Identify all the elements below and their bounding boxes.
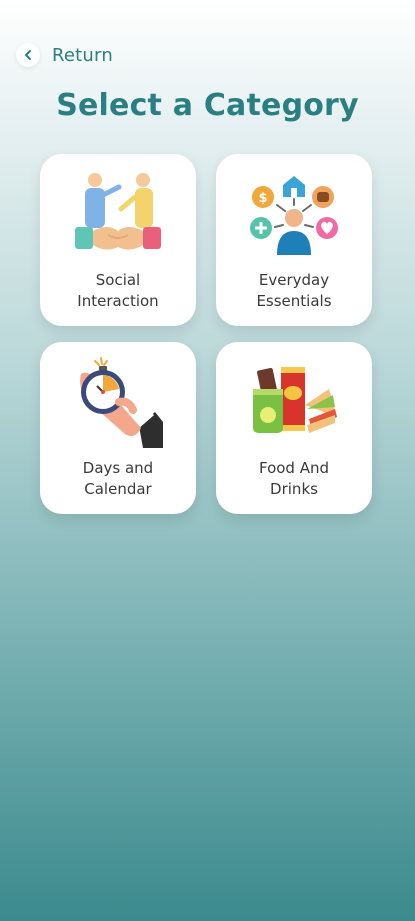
return-label[interactable]: Return xyxy=(52,45,113,66)
category-label: Food And Drinks xyxy=(258,459,330,498)
back-chevron-icon[interactable] xyxy=(16,43,40,67)
return-button[interactable]: Return xyxy=(16,42,113,68)
category-label: Days and Calendar xyxy=(82,459,154,498)
category-label: Everyday Essentials xyxy=(256,271,332,310)
handshake-icon xyxy=(70,168,166,260)
snacks-icon xyxy=(246,356,342,448)
category-card-everyday-essentials[interactable]: $ Everyday Essentials xyxy=(216,154,372,326)
category-grid: Social Interaction $ Everyday Essentials… xyxy=(40,154,372,514)
stopwatch-icon xyxy=(70,356,166,448)
category-label: Social Interaction xyxy=(77,271,159,310)
essentials-icon: $ xyxy=(246,168,342,260)
category-card-social-interaction[interactable]: Social Interaction xyxy=(40,154,196,326)
category-card-days-and-calendar[interactable]: Days and Calendar xyxy=(40,342,196,514)
category-card-food-and-drinks[interactable]: Food And Drinks xyxy=(216,342,372,514)
page-title: Select a Category xyxy=(56,88,359,123)
svg-text:$: $ xyxy=(258,191,267,206)
